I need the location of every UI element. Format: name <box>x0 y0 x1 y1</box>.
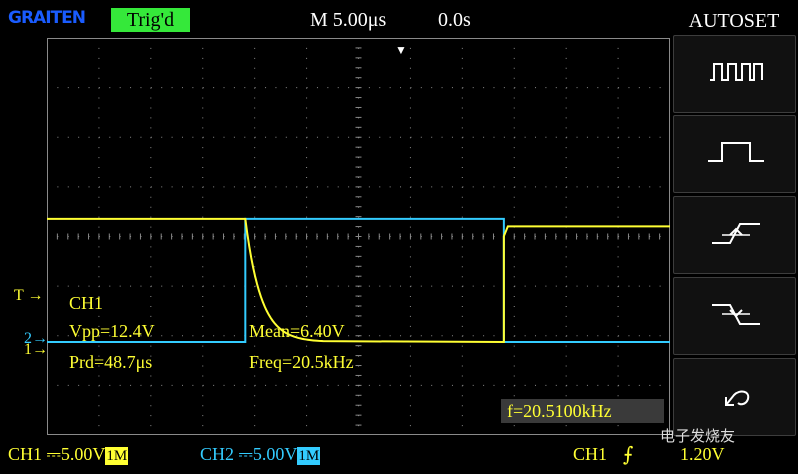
falling-edge-icon <box>712 304 760 325</box>
trigger-level[interactable]: 1.20V <box>680 444 725 465</box>
ch1-ground-marker: 1→ <box>24 341 48 358</box>
rising-edge-icon <box>712 223 760 244</box>
channel-status-bar: CH1 ⎓5.00V1M CH2 ⎓5.00V1M CH1 ⨍ 1.20V <box>0 440 798 474</box>
autoset-multi-cycle-button[interactable] <box>673 35 796 113</box>
trigger-status-badge: Trig'd <box>111 8 190 32</box>
single-cycle-waveform-icon <box>708 142 764 162</box>
measure-frequency: Freq=20.5kHz <box>249 352 354 372</box>
waveform-display[interactable] <box>47 38 670 435</box>
trigger-slope-icon: ⨍ <box>623 444 634 466</box>
autoset-rising-edge-button[interactable] <box>673 196 796 274</box>
undo-icon <box>725 390 750 406</box>
side-menu: AUTOSET <box>670 0 798 474</box>
ch2-label: CH2 <box>200 444 235 464</box>
ch2-settings[interactable]: CH2 ⎓5.00V1M <box>200 444 321 465</box>
side-menu-title: AUTOSET <box>688 10 780 32</box>
measure-vpp: Vpp=12.4V <box>69 321 155 341</box>
autoset-falling-edge-button[interactable] <box>673 277 796 355</box>
measure-channel-label: CH1 <box>69 293 104 313</box>
ch2-impedance-badge: 1M <box>297 447 321 465</box>
ch1-scale: 5.00V <box>60 444 106 464</box>
ch1-settings[interactable]: CH1 ⎓5.00V1M <box>8 444 129 465</box>
trigger-level-marker: T → <box>14 287 44 304</box>
ch2-scale: 5.00V <box>252 444 298 464</box>
ch1-label: CH1 <box>8 444 43 464</box>
status-bar: GRAITEN Trig'd M 5.00μs 0.0s <box>0 0 670 38</box>
measure-period: Prd=48.7μs <box>69 352 153 372</box>
multi-cycle-waveform-icon <box>710 63 763 81</box>
timebase-readout[interactable]: M 5.00μs <box>310 9 386 32</box>
measure-mean: Mean=6.40V <box>249 321 345 341</box>
trigger-position-readout[interactable]: 0.0s <box>438 9 471 32</box>
autoset-single-cycle-button[interactable] <box>673 115 796 193</box>
brand-logo: GRAITEN <box>8 8 86 28</box>
ch1-impedance-badge: 1M <box>105 447 129 465</box>
dc-coupling-icon: ⎓ <box>46 444 61 464</box>
trigger-source[interactable]: CH1 <box>573 444 607 465</box>
frequency-counter: f=20.5100kHz <box>501 399 664 423</box>
dc-coupling-icon: ⎓ <box>238 444 253 464</box>
